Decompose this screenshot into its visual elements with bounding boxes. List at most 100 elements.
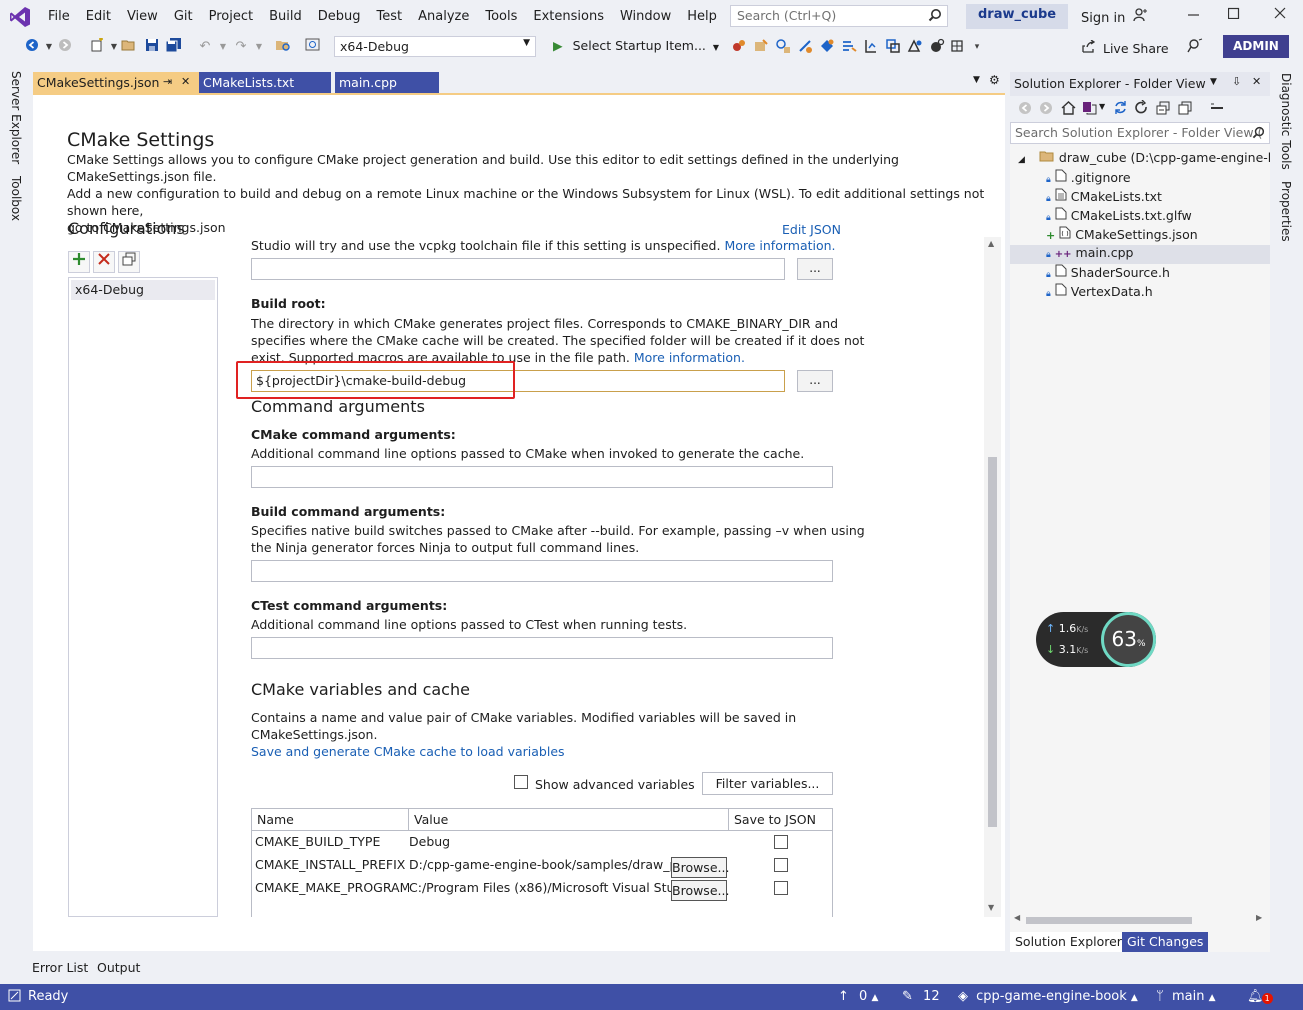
configuration-item-x64-debug[interactable]: x64-Debug	[71, 280, 215, 300]
ctest-command-arguments-input[interactable]	[251, 637, 833, 659]
network-speed-widget[interactable]: ↑ 1.6K/s ↓ 3.1K/s 63%	[1036, 612, 1156, 667]
collapse-all-icon[interactable]	[1156, 101, 1170, 118]
save-to-json-checkbox[interactable]	[774, 835, 788, 849]
scroll-left-icon[interactable]: ◀	[1014, 913, 1020, 922]
tab-git-changes[interactable]: Git Changes	[1122, 932, 1209, 952]
variable-value[interactable]: Debug	[409, 834, 671, 849]
tab-output[interactable]: Output	[97, 960, 140, 975]
tree-item-main-cpp[interactable]: 🔒︎ ++ main.cpp	[1010, 245, 1270, 264]
column-header-name[interactable]: Name	[252, 809, 409, 831]
editor-vertical-scrollbar[interactable]: ▲ ▼	[984, 237, 1001, 917]
toolbar-tool-10-icon[interactable]	[928, 38, 946, 56]
menu-build[interactable]: Build	[261, 0, 310, 33]
tree-item-gitignore[interactable]: 🔒︎ .gitignore	[1046, 169, 1131, 188]
toolbar-tool-9-icon[interactable]	[906, 38, 924, 56]
close-window-icon[interactable]	[1274, 7, 1286, 23]
scroll-down-icon[interactable]: ▼	[988, 903, 994, 912]
back-icon[interactable]	[23, 38, 41, 56]
properties-tab[interactable]: Properties	[1279, 181, 1293, 242]
open-folder-icon[interactable]	[120, 38, 138, 56]
forward-icon[interactable]	[56, 38, 74, 56]
solution-explorer-search-input[interactable]: Search Solution Explorer - Folder View (	[1010, 122, 1270, 144]
properties-icon[interactable]	[1210, 101, 1224, 118]
toolbar-tool-7-icon[interactable]	[862, 38, 880, 56]
minimize-icon[interactable]	[1188, 7, 1200, 23]
toolbox-tab[interactable]: Toolbox	[9, 176, 23, 221]
column-header-value[interactable]: Value	[409, 809, 729, 831]
admin-badge[interactable]: ADMIN	[1223, 35, 1289, 58]
sign-in-link[interactable]: Sign in	[1081, 8, 1148, 26]
build-root-input[interactable]: ${projectDir}\cmake-build-debug	[251, 370, 785, 392]
tab-main-cpp[interactable]: main.cpp	[335, 72, 439, 94]
live-share-button[interactable]: Live Share	[1082, 39, 1169, 56]
screenshot-icon[interactable]	[304, 38, 322, 56]
menu-file[interactable]: File	[40, 0, 78, 33]
menu-project[interactable]: Project	[201, 0, 261, 33]
cmake-command-arguments-input[interactable]	[251, 466, 833, 488]
scroll-thumb[interactable]	[1026, 917, 1192, 924]
toolbar-tool-1-icon[interactable]	[730, 38, 748, 56]
browse-button[interactable]: Browse...	[671, 880, 729, 901]
solution-configuration-dropdown[interactable]: x64-Debug ▼	[334, 36, 536, 57]
column-header-save-to-json[interactable]: Save to JSON	[729, 809, 832, 831]
scroll-right-icon[interactable]: ▶	[1256, 913, 1262, 922]
diagnostic-tools-tab[interactable]: Diagnostic Tools	[1279, 73, 1293, 170]
menu-window[interactable]: Window	[612, 0, 679, 33]
toolbar-tool-5-icon[interactable]	[818, 38, 836, 56]
new-project-icon[interactable]	[88, 37, 106, 56]
tree-item-cmakelists-txt[interactable]: 🔒︎ CMakeLists.txt	[1046, 188, 1162, 207]
scroll-up-icon[interactable]: ▲	[988, 239, 994, 248]
show-advanced-checkbox[interactable]	[514, 775, 528, 789]
pin-icon[interactable]: ⇥	[163, 75, 172, 88]
repository-selector[interactable]: ◈ cpp-game-engine-book ▲	[958, 989, 1138, 1004]
browse-button[interactable]: Browse...	[671, 857, 729, 878]
toolbar-tool-4-icon[interactable]	[796, 38, 814, 56]
redo-icon[interactable]: ↷	[232, 38, 250, 56]
expand-arrow-icon[interactable]: ◢	[1018, 155, 1025, 165]
tab-cmakelists-txt[interactable]: CMakeLists.txt	[199, 72, 331, 94]
pending-changes-indicator[interactable]: ✎ 12	[902, 989, 940, 1004]
push-indicator[interactable]: ↑ 0 ▲	[838, 989, 878, 1004]
solution-explorer-horizontal-scrollbar[interactable]: ◀ ▶	[1014, 913, 1264, 927]
close-icon[interactable]: ✕	[1252, 75, 1261, 88]
menu-debug[interactable]: Debug	[310, 0, 369, 33]
toolbar-overflow-icon[interactable]: ▾	[968, 38, 986, 56]
remove-configuration-button[interactable]	[93, 251, 115, 273]
server-explorer-tab[interactable]: Server Explorer	[9, 71, 23, 164]
tree-item-cmakelists-txt-glfw[interactable]: 🔒︎ CMakeLists.txt.glfw	[1046, 207, 1192, 226]
tab-list-dropdown-icon[interactable]: ▼	[973, 75, 980, 85]
save-icon[interactable]	[143, 38, 161, 56]
undo-icon[interactable]: ↶	[196, 38, 214, 56]
add-configuration-button[interactable]	[68, 251, 90, 273]
show-all-files-icon[interactable]	[1178, 101, 1193, 118]
tab-cmakesettings-json[interactable]: CMakeSettings.json ⇥ ✕	[33, 72, 199, 94]
feedback-icon[interactable]	[1186, 38, 1204, 56]
vcpkg-browse-button[interactable]: ...	[797, 258, 833, 280]
filter-variables-button[interactable]: Filter variables...	[702, 772, 833, 795]
build-command-arguments-input[interactable]	[251, 560, 833, 582]
refresh-icon[interactable]	[1134, 99, 1149, 118]
scroll-thumb[interactable]	[988, 457, 997, 827]
tab-error-list[interactable]: Error List	[32, 960, 88, 975]
switch-views-icon[interactable]	[1082, 101, 1097, 118]
undo-dropdown-icon[interactable]: ▼	[214, 38, 232, 56]
vcpkg-toolchain-input[interactable]	[251, 258, 785, 280]
panel-menu-icon[interactable]: ▼	[1210, 77, 1217, 87]
home-icon[interactable]	[1061, 101, 1076, 118]
gear-icon[interactable]: ⚙	[989, 73, 1000, 87]
variable-value[interactable]: D:/cpp-game-engine-book/samples/draw_po	[409, 857, 671, 872]
switch-views-dropdown-icon[interactable]: ▼	[1099, 102, 1105, 111]
find-in-files-icon[interactable]	[274, 38, 292, 56]
menu-view[interactable]: View	[119, 0, 166, 33]
branch-selector[interactable]: ᛘ main ▲	[1156, 989, 1216, 1004]
menu-edit[interactable]: Edit	[78, 0, 119, 33]
menu-analyze[interactable]: Analyze	[410, 0, 477, 33]
menu-extensions[interactable]: Extensions	[525, 0, 612, 33]
global-search-input[interactable]: Search (Ctrl+Q)	[730, 5, 948, 27]
more-information-link[interactable]: More information.	[634, 350, 745, 365]
variable-value[interactable]: C:/Program Files (x86)/Microsoft Visual …	[409, 880, 671, 895]
save-to-json-checkbox[interactable]	[774, 881, 788, 895]
maximize-icon[interactable]	[1227, 7, 1240, 23]
menu-help[interactable]: Help	[679, 0, 725, 33]
back-icon[interactable]	[1018, 101, 1032, 118]
